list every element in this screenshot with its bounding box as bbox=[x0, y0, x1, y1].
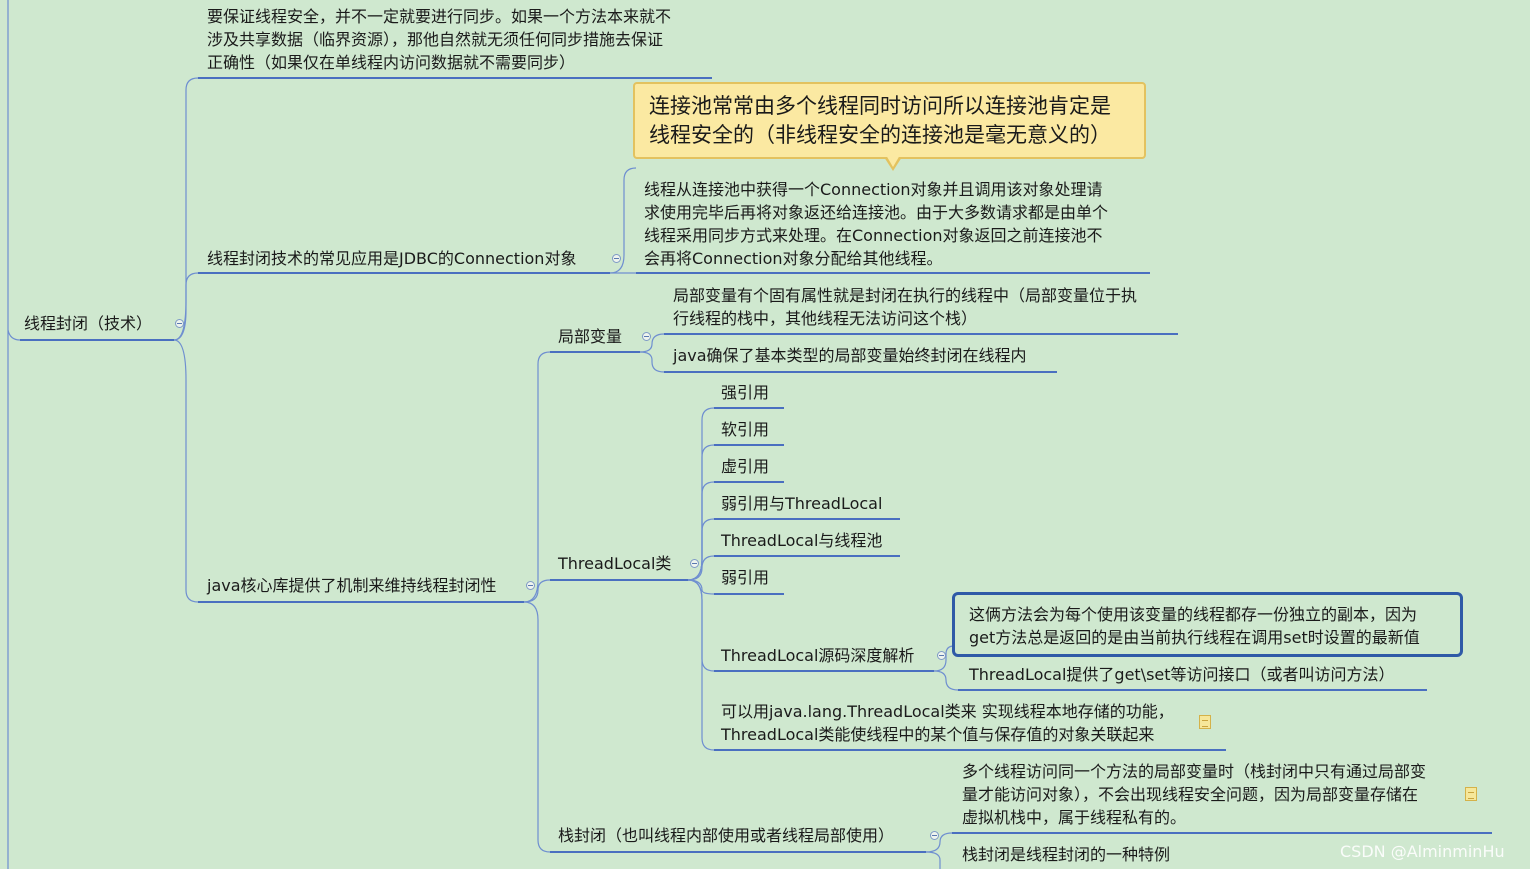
root-topic[interactable]: 线程封闭（技术） bbox=[24, 312, 152, 335]
edge-tl-strong bbox=[687, 407, 715, 581]
threadlocal-child-phantom-ref[interactable]: 虚引用 bbox=[721, 455, 769, 478]
threadlocal-source-topic[interactable]: ThreadLocal源码深度解析 bbox=[721, 644, 914, 667]
edge-root-in bbox=[7, 329, 21, 341]
callout-line-1: 连接池常常由多个线程同时访问所以连接池肯定是 bbox=[649, 94, 1111, 118]
collapse-source-icon[interactable] bbox=[937, 651, 946, 660]
callout-line-2: 线程安全的（非线程安全的连接池是毫无意义的） bbox=[649, 123, 1111, 147]
threadlocal-interface-note: ThreadLocal提供了get\set等访问接口（或者叫访问方法） bbox=[969, 665, 1395, 684]
note-icon[interactable] bbox=[1199, 715, 1211, 729]
collapse-stack-icon[interactable] bbox=[930, 831, 939, 840]
stack-detail-line-1: 多个线程访问同一个方法的局部变量时（栈封闭中只有通过局部变 bbox=[962, 762, 1427, 781]
threadlocal-child-threadpool[interactable]: ThreadLocal与线程池 bbox=[721, 529, 882, 552]
edge-stack-special bbox=[925, 851, 941, 869]
local-vars-topic[interactable]: 局部变量 bbox=[558, 325, 622, 348]
local-vars-child-1-line-1: 局部变量有个固有属性就是封闭在执行的线程中（局部变量位于执 bbox=[673, 286, 1138, 305]
collapse-local-vars-icon[interactable] bbox=[642, 332, 651, 341]
edge-java-stack bbox=[523, 601, 551, 853]
edge-java-local bbox=[523, 351, 551, 603]
collapse-threadlocal-icon[interactable] bbox=[690, 559, 699, 568]
stack-confinement-topic[interactable]: 栈封闭（也叫线程内部使用或者线程局部使用） bbox=[558, 824, 894, 847]
edge-source-interface bbox=[933, 670, 959, 691]
edge-root-java bbox=[173, 339, 199, 603]
threadlocal-child-weak-ref-threadlocal[interactable]: 弱引用与ThreadLocal bbox=[721, 492, 882, 515]
stack-detail-line-3: 虚拟机栈中，属于线程私有的。 bbox=[962, 808, 1187, 827]
boxed-line-2: get方法总是返回的是由当前执行线程在调用set时设置的最新值 bbox=[969, 628, 1420, 647]
jdbc-detail-line-3: 线程采用同步方式来处理。在Connection对象返回之前连接池不 bbox=[644, 226, 1103, 245]
boxed-line-1: 这俩方法会为每个使用该变量的线程都存一份独立的副本，因为 bbox=[969, 605, 1418, 624]
threadlocal-storage-line-2: ThreadLocal类能使线程中的某个值与保存值的对象关联起来 bbox=[721, 725, 1155, 744]
edge-root-jdbc bbox=[173, 272, 199, 341]
jdbc-topic[interactable]: 线程封闭技术的常见应用是JDBC的Connection对象 bbox=[207, 247, 576, 270]
stack-detail-line-2: 量才能访问对象），不会出现线程安全问题，因为局部变量存储在 bbox=[962, 785, 1419, 804]
collapse-java-core-icon[interactable] bbox=[526, 581, 535, 590]
java-core-topic[interactable]: java核心库提供了机制来维持线程封闭性 bbox=[207, 574, 497, 597]
callout-connection-pool: 连接池常常由多个线程同时访问所以连接池肯定是 线程安全的（非线程安全的连接池是毫… bbox=[633, 82, 1146, 159]
jdbc-detail-line-2: 求使用完毕后再将对象返还给连接池。由于大多数请求都是由单个 bbox=[644, 203, 1109, 222]
jdbc-detail-line-1: 线程从连接池中获得一个Connection对象并且调用该对象处理请 bbox=[644, 180, 1103, 199]
sync-note-line-2: 涉及共享数据（临界资源），那他自然就无须任何同步措施去保证 bbox=[207, 30, 664, 49]
edge-tl-storage bbox=[687, 579, 715, 751]
threadlocal-child-strong-ref[interactable]: 强引用 bbox=[721, 381, 769, 404]
watermark: CSDN @AlminminHu bbox=[1340, 842, 1505, 861]
jdbc-detail-line-4: 会再将Connection对象分配给其他线程。 bbox=[644, 249, 943, 268]
collapse-jdbc-icon[interactable] bbox=[612, 254, 621, 263]
boxed-note-get-set: 这俩方法会为每个使用该变量的线程都存一份独立的副本，因为 get方法总是返回的是… bbox=[952, 592, 1463, 657]
sync-note-line-3: 正确性（如果仅在单线程内访问数据就不需要同步） bbox=[207, 53, 576, 72]
note-icon[interactable] bbox=[1465, 787, 1477, 801]
edge-local-2 bbox=[639, 351, 665, 373]
threadlocal-storage-line-1: 可以用java.lang.ThreadLocal类来 实现线程本地存储的功能， bbox=[721, 702, 1174, 721]
local-vars-child-2: java确保了基本类型的局部变量始终封闭在线程内 bbox=[673, 346, 1027, 365]
threadlocal-topic[interactable]: ThreadLocal类 bbox=[558, 552, 671, 575]
local-vars-child-1-line-2: 行线程的栈中，其他线程无法访问这个栈） bbox=[673, 309, 978, 328]
threadlocal-child-weak-ref[interactable]: 弱引用 bbox=[721, 566, 769, 589]
callout-pointer bbox=[884, 155, 902, 171]
edge-tl-weak-tl bbox=[687, 518, 715, 581]
stack-special-case: 栈封闭是线程封闭的一种特例 bbox=[962, 845, 1171, 864]
sync-note-line-1: 要保证线程安全，并不一定就要进行同步。如果一个方法本来就不 bbox=[207, 7, 672, 26]
collapse-root-icon[interactable] bbox=[175, 319, 184, 328]
threadlocal-child-soft-ref[interactable]: 软引用 bbox=[721, 418, 769, 441]
